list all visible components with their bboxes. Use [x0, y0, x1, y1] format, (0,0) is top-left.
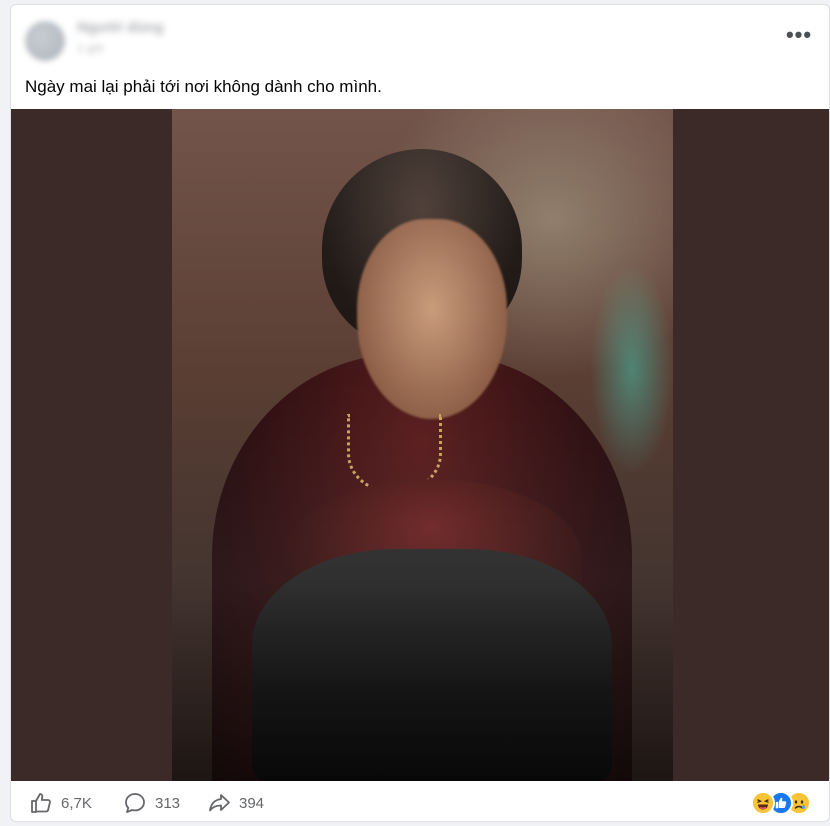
- like-button[interactable]: 6,7K: [29, 789, 92, 817]
- like-count: 6,7K: [61, 794, 92, 812]
- post-caption: Ngày mai lại phải tới nơi không dành cho…: [25, 77, 382, 96]
- thumbs-up-icon: [31, 793, 51, 813]
- share-icon: [209, 794, 230, 812]
- share-count: 394: [239, 794, 265, 812]
- post-time[interactable]: 1 giờ: [77, 41, 104, 55]
- comment-icon: [125, 793, 145, 813]
- comment-button[interactable]: 313: [123, 789, 180, 817]
- haha-icon: [751, 791, 775, 815]
- comment-count: 313: [155, 794, 181, 812]
- share-button[interactable]: 394: [207, 789, 264, 817]
- avatar[interactable]: [25, 21, 65, 61]
- more-icon: •••: [785, 22, 813, 47]
- post-header: Người dùng 1 giờ •••: [11, 5, 829, 69]
- post-actions: 6,7K 313 394: [11, 781, 829, 821]
- more-options-button[interactable]: •••: [781, 21, 817, 57]
- reaction-summary[interactable]: [751, 791, 819, 817]
- post-card: Người dùng 1 giờ ••• Ngày mai lại phải t…: [10, 4, 830, 822]
- post-photo[interactable]: [172, 109, 673, 781]
- author-name[interactable]: Người dùng: [77, 19, 164, 36]
- post-media[interactable]: [11, 109, 829, 781]
